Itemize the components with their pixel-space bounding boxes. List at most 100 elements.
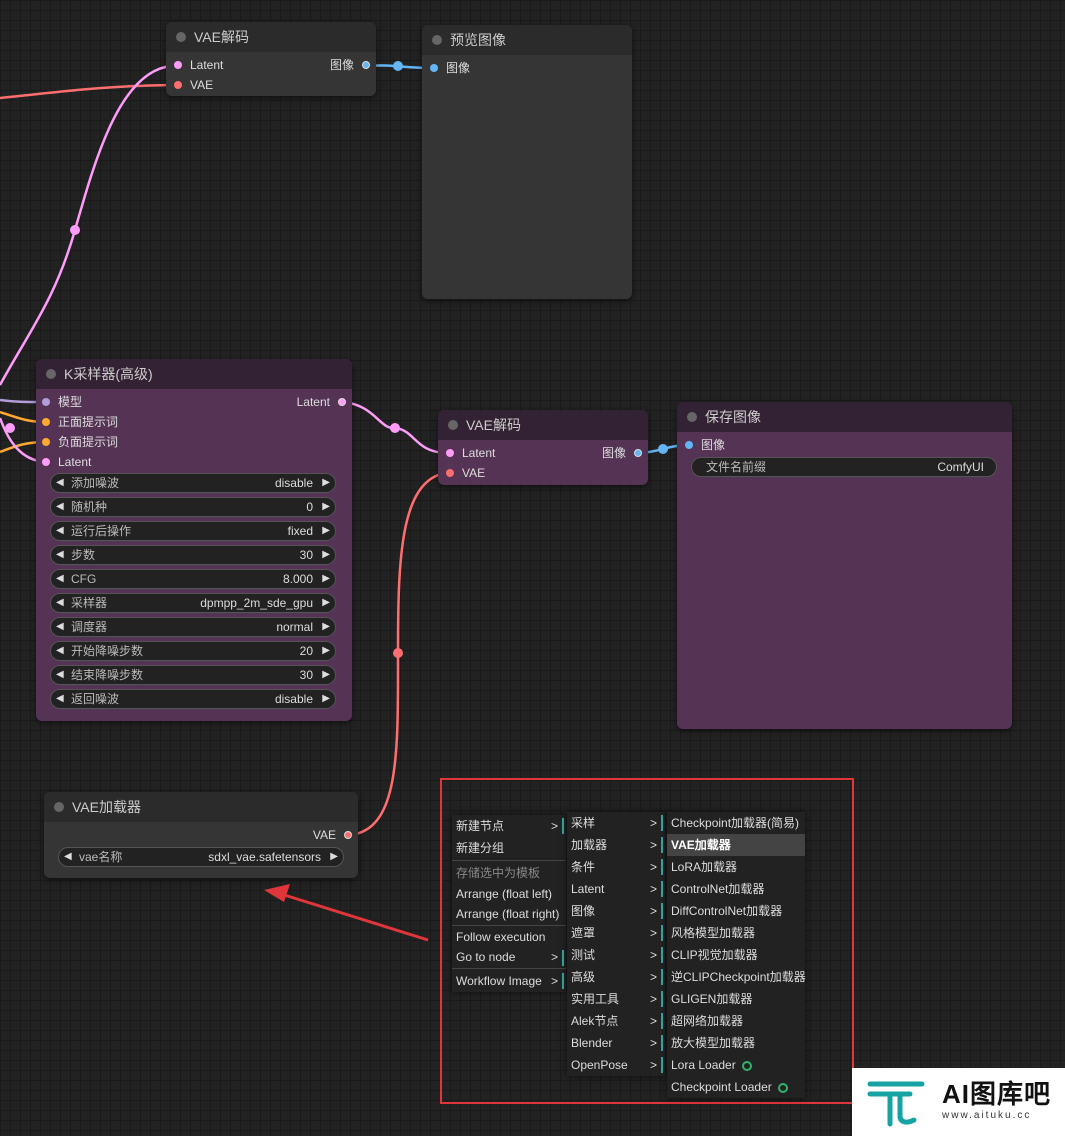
- increment-arrow-icon[interactable]: ▶: [322, 690, 330, 708]
- node-title[interactable]: VAE解码: [166, 22, 376, 52]
- ksampler-widget[interactable]: ◀ 运行后操作 fixed ▶: [50, 521, 336, 541]
- submenu-category-item[interactable]: Blender >: [567, 1032, 665, 1054]
- node-title[interactable]: 保存图像: [677, 402, 1012, 432]
- loader-menu-item[interactable]: DiffControlNet加载器: [667, 900, 805, 922]
- menu-item-add-group[interactable]: 新建分组: [452, 837, 566, 859]
- input-slot-latent[interactable]: Latent: [38, 452, 91, 472]
- save-image-node[interactable]: 保存图像 图像 文件名前缀 ComfyUI: [677, 402, 1012, 729]
- submenu-category-item[interactable]: 实用工具 >: [567, 988, 665, 1010]
- decrement-arrow-icon[interactable]: ◀: [64, 848, 72, 866]
- filename-prefix-field[interactable]: 文件名前缀 ComfyUI: [691, 457, 997, 477]
- ksampler-widget[interactable]: ◀ 开始降噪步数 20 ▶: [50, 641, 336, 661]
- submenu-category-item[interactable]: 采样 >: [567, 812, 665, 834]
- submenu-category-item[interactable]: 测试 >: [567, 944, 665, 966]
- node-title[interactable]: VAE加载器: [44, 792, 358, 822]
- node-title[interactable]: VAE解码: [438, 410, 648, 440]
- input-slot-positive[interactable]: 正面提示词: [38, 412, 118, 432]
- loader-menu-item[interactable]: VAE加载器: [667, 834, 805, 856]
- output-slot-latent[interactable]: Latent: [297, 392, 348, 412]
- ksampler-widget[interactable]: ◀ 添加噪波 disable ▶: [50, 473, 336, 493]
- decrement-arrow-icon[interactable]: ◀: [56, 690, 64, 708]
- loader-menu-item[interactable]: 放大模型加载器: [667, 1032, 805, 1054]
- menu-item-workflow-image[interactable]: Workflow Image >: [452, 970, 566, 992]
- submenu-category-item[interactable]: 图像 >: [567, 900, 665, 922]
- submenu-category-item[interactable]: 遮罩 >: [567, 922, 665, 944]
- collapse-dot-icon[interactable]: [54, 802, 64, 812]
- menu-item-go-to-node[interactable]: Go to node >: [452, 947, 566, 967]
- decrement-arrow-icon[interactable]: ◀: [56, 594, 64, 612]
- increment-arrow-icon[interactable]: ▶: [322, 474, 330, 492]
- input-slot-image[interactable]: 图像: [681, 435, 725, 455]
- increment-arrow-icon[interactable]: ▶: [322, 498, 330, 516]
- loader-menu-item[interactable]: ControlNet加载器: [667, 878, 805, 900]
- loader-menu-item[interactable]: 超网络加载器: [667, 1010, 805, 1032]
- output-slot-image[interactable]: 图像: [330, 55, 372, 75]
- menu-item-follow-execution[interactable]: Follow execution: [452, 927, 566, 947]
- decrement-arrow-icon[interactable]: ◀: [56, 570, 64, 588]
- submenu-category-item[interactable]: Latent >: [567, 878, 665, 900]
- collapse-dot-icon[interactable]: [448, 420, 458, 430]
- node-title[interactable]: 预览图像: [422, 25, 632, 55]
- loader-menu-item[interactable]: Lora Loader: [667, 1054, 805, 1076]
- collapse-dot-icon[interactable]: [687, 412, 697, 422]
- loader-menu-item[interactable]: 逆CLIPCheckpoint加载器: [667, 966, 806, 988]
- increment-arrow-icon[interactable]: ▶: [322, 522, 330, 540]
- ksampler-widget[interactable]: ◀ 采样器 dpmpp_2m_sde_gpu ▶: [50, 593, 336, 613]
- submenu-category-item[interactable]: 条件 >: [567, 856, 665, 878]
- input-slot-image[interactable]: 图像: [426, 58, 470, 78]
- submenu-category-item[interactable]: 高级 >: [567, 966, 665, 988]
- collapse-dot-icon[interactable]: [176, 32, 186, 42]
- ksampler-widget[interactable]: ◀ 步数 30 ▶: [50, 545, 336, 565]
- collapse-dot-icon[interactable]: [432, 35, 442, 45]
- loader-menu-item[interactable]: CLIP视觉加载器: [667, 944, 805, 966]
- input-slot-negative[interactable]: 负面提示词: [38, 432, 118, 452]
- output-slot-vae[interactable]: VAE: [313, 825, 354, 845]
- output-slot-image[interactable]: 图像: [602, 443, 644, 463]
- ksampler-widget[interactable]: ◀ 随机种 0 ▶: [50, 497, 336, 517]
- loader-menu-item[interactable]: GLIGEN加载器: [667, 988, 805, 1010]
- submenu-category-item[interactable]: OpenPose >: [567, 1054, 665, 1076]
- vae-name-combo[interactable]: ◀ vae名称 sdxl_vae.safetensors ▶: [58, 847, 344, 867]
- decrement-arrow-icon[interactable]: ◀: [56, 618, 64, 636]
- ksampler-widget[interactable]: ◀ 结束降噪步数 30 ▶: [50, 665, 336, 685]
- ksampler-advanced-node[interactable]: K采样器(高级) 模型 正面提示词 负面提示词 Latent Latent ◀ 添…: [36, 359, 352, 721]
- increment-arrow-icon[interactable]: ▶: [322, 546, 330, 564]
- increment-arrow-icon[interactable]: ▶: [322, 594, 330, 612]
- vae-decode-node-top[interactable]: VAE解码 Latent VAE 图像: [166, 22, 376, 96]
- collapse-dot-icon[interactable]: [46, 369, 56, 379]
- loader-menu-item[interactable]: LoRA加载器: [667, 856, 805, 878]
- ksampler-widget[interactable]: ◀ CFG 8.000 ▶: [50, 569, 336, 589]
- submenu-category-item[interactable]: 加载器 >: [567, 834, 665, 856]
- menu-item-add-node[interactable]: 新建节点 >: [452, 815, 566, 837]
- increment-arrow-icon[interactable]: ▶: [322, 618, 330, 636]
- vae-decode-node-mid[interactable]: VAE解码 Latent VAE 图像: [438, 410, 648, 485]
- menu-item-arrange-right[interactable]: Arrange (float right): [452, 904, 566, 924]
- ksampler-widget[interactable]: ◀ 调度器 normal ▶: [50, 617, 336, 637]
- increment-arrow-icon[interactable]: ▶: [322, 570, 330, 588]
- increment-arrow-icon[interactable]: ▶: [322, 666, 330, 684]
- increment-arrow-icon[interactable]: ▶: [322, 642, 330, 660]
- increment-arrow-icon[interactable]: ▶: [330, 848, 338, 866]
- menu-item-arrange-left[interactable]: Arrange (float left): [452, 884, 566, 904]
- menu-item-save-template[interactable]: 存储选中为模板: [452, 862, 566, 884]
- node-title[interactable]: K采样器(高级): [36, 359, 352, 389]
- decrement-arrow-icon[interactable]: ◀: [56, 642, 64, 660]
- input-slot-latent[interactable]: Latent: [170, 55, 223, 75]
- decrement-arrow-icon[interactable]: ◀: [56, 546, 64, 564]
- loader-menu-item[interactable]: Checkpoint Loader: [667, 1076, 805, 1098]
- decrement-arrow-icon[interactable]: ◀: [56, 474, 64, 492]
- canvas-context-menu: 新建节点 > 新建分组 存储选中为模板 Arrange (float left) …: [452, 815, 566, 992]
- decrement-arrow-icon[interactable]: ◀: [56, 498, 64, 516]
- decrement-arrow-icon[interactable]: ◀: [56, 522, 64, 540]
- decrement-arrow-icon[interactable]: ◀: [56, 666, 64, 684]
- loader-menu-item[interactable]: 风格模型加载器: [667, 922, 805, 944]
- input-slot-model[interactable]: 模型: [38, 392, 82, 412]
- input-slot-vae[interactable]: VAE: [442, 463, 485, 483]
- loader-menu-item[interactable]: Checkpoint加载器(简易): [667, 812, 805, 834]
- input-slot-latent[interactable]: Latent: [442, 443, 495, 463]
- submenu-category-item[interactable]: Alek节点 >: [567, 1010, 665, 1032]
- vae-loader-node[interactable]: VAE加载器 VAE ◀ vae名称 sdxl_vae.safetensors …: [44, 792, 358, 878]
- preview-image-node[interactable]: 预览图像 图像: [422, 25, 632, 299]
- ksampler-widget[interactable]: ◀ 返回噪波 disable ▶: [50, 689, 336, 709]
- input-slot-vae[interactable]: VAE: [170, 75, 213, 95]
